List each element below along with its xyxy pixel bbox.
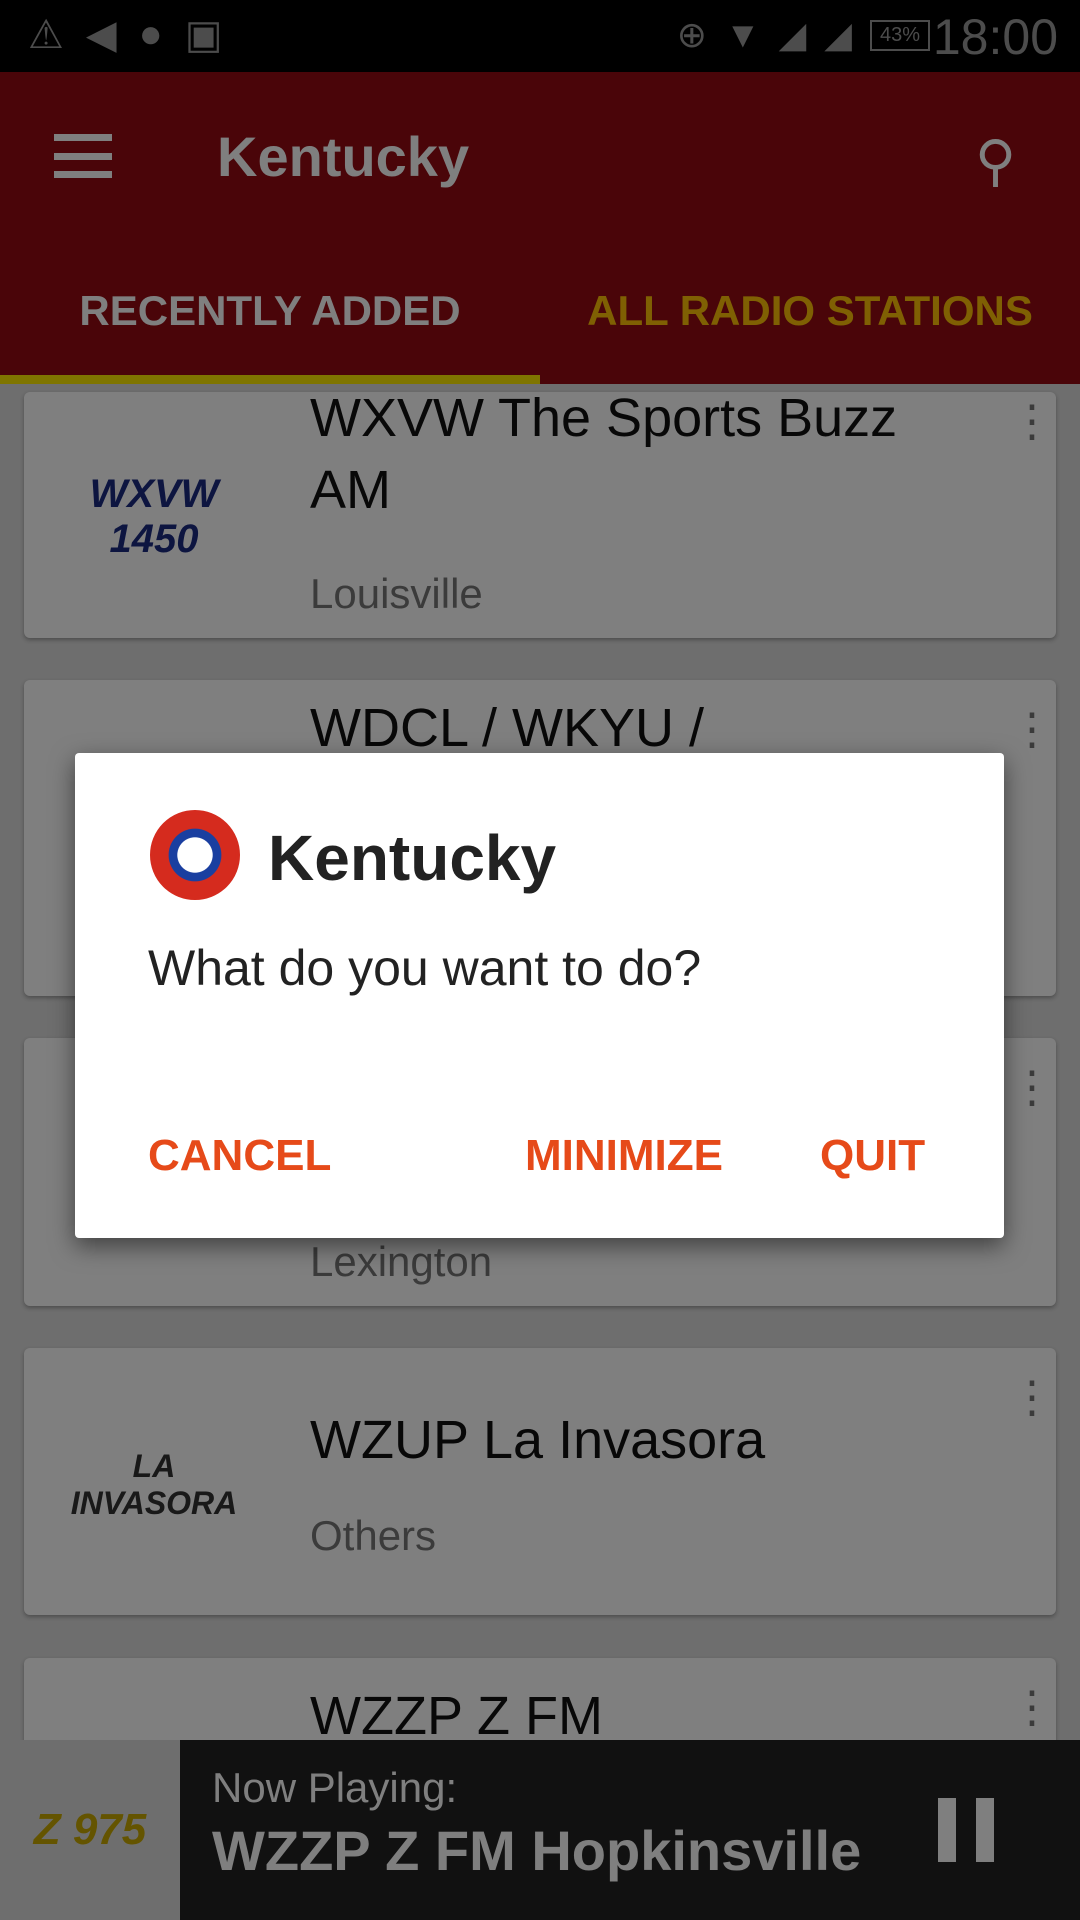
minimize-button[interactable]: MINIMIZE [525,1131,723,1181]
exit-dialog: Kentucky What do you want to do? CANCEL … [75,753,1004,1238]
cancel-button[interactable]: CANCEL [148,1131,331,1181]
app-logo-icon [150,810,240,900]
dialog-message: What do you want to do? [148,940,702,996]
dialog-title: Kentucky [268,822,557,894]
quit-button[interactable]: QUIT [820,1131,925,1181]
